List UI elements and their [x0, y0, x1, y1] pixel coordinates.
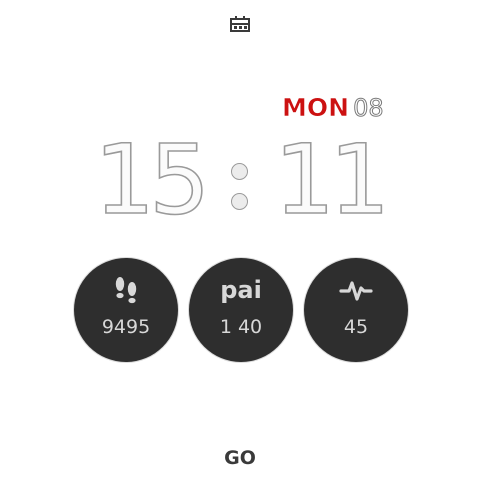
time-colon-top-dot: [231, 163, 248, 180]
weekday-label: MON: [282, 93, 350, 123]
pai-value: 1 40: [219, 316, 263, 338]
time-colon-bottom-dot: [231, 193, 248, 210]
calendar-icon: [230, 16, 250, 32]
heart-rate-widget[interactable]: 45: [304, 258, 408, 362]
footsteps-icon: [115, 277, 137, 304]
date-display: MON 08: [282, 92, 384, 124]
time-minutes: 11: [273, 124, 391, 236]
time-display: 15 11: [90, 124, 400, 236]
heart-rate-value: 45: [343, 316, 369, 338]
pai-label: pai: [220, 276, 262, 304]
steps-value: 9495: [101, 316, 151, 338]
steps-widget[interactable]: 9495: [74, 258, 178, 362]
time-hours: 15: [93, 124, 211, 236]
go-label[interactable]: GO: [0, 446, 480, 470]
watch-face: MON 08 15 11 9495 pai 1 40 45 GO: [0, 0, 480, 480]
heart-rate-icon: [339, 281, 373, 301]
day-number: 08: [353, 94, 385, 123]
pai-widget[interactable]: pai 1 40: [189, 258, 293, 362]
complication-row: 9495 pai 1 40 45: [74, 258, 408, 362]
